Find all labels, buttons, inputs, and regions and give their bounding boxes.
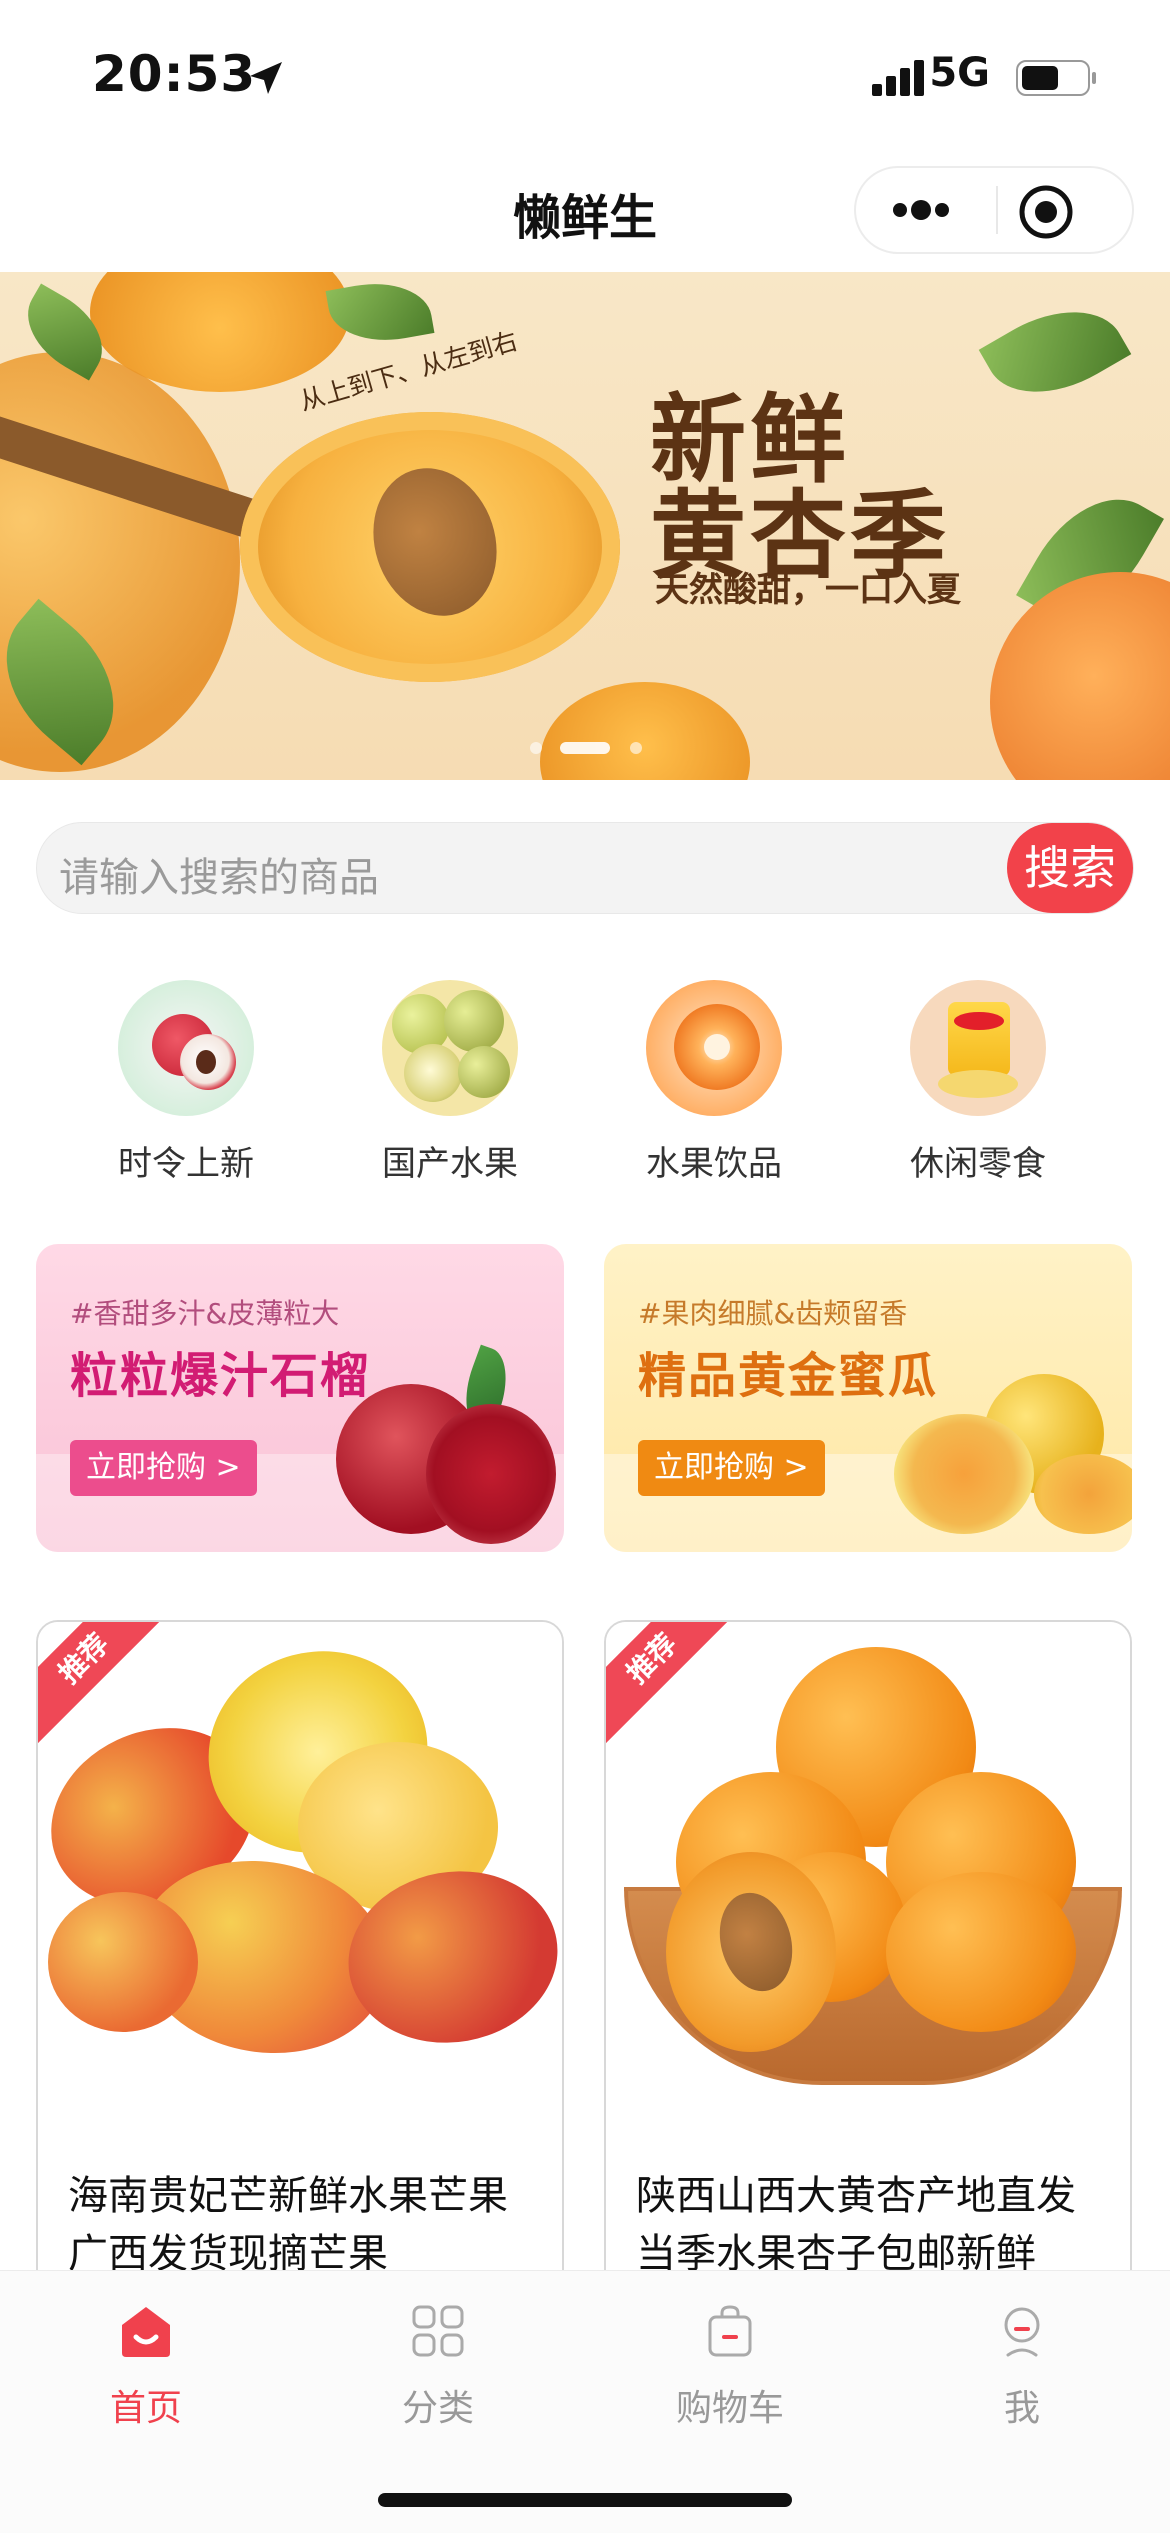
network-type: 5G	[929, 50, 990, 96]
more-icon[interactable]	[886, 194, 956, 226]
banner-subtitle: 天然酸甜，一口入夏	[655, 570, 961, 610]
promo-subtitle: #香甜多汁&皮薄粒大	[70, 1297, 340, 1330]
navbar: 懒鲜生	[0, 140, 1170, 272]
status-bar: 20:53 5G	[0, 0, 1170, 140]
tab-cart[interactable]: 购物车	[620, 2301, 840, 2431]
chips-icon	[910, 980, 1046, 1116]
cellular-signal-icon	[872, 60, 924, 96]
melon-half-image	[894, 1414, 1034, 1534]
apricot-pit-image	[354, 452, 516, 632]
status-time: 20:53	[92, 45, 257, 103]
tab-bar: 首页 分类 购物车 我	[0, 2270, 1170, 2533]
promo-buy-button[interactable]: 立即抢购 >	[638, 1440, 825, 1496]
category-domestic-fruit[interactable]: 国产水果	[340, 980, 560, 1185]
carousel-dot[interactable]	[530, 742, 542, 754]
promo-title: 精品黄金蜜瓜	[638, 1348, 939, 1404]
tab-home[interactable]: 首页	[36, 2301, 256, 2431]
product-image	[606, 1622, 1130, 2142]
capsule-divider	[996, 186, 998, 234]
promo-card-pomegranate[interactable]: #香甜多汁&皮薄粒大 粒粒爆汁石榴 立即抢购 >	[36, 1244, 564, 1552]
leaf-image	[978, 284, 1132, 420]
category-label: 休闲零食	[910, 1144, 1046, 1184]
home-indicator[interactable]	[378, 2493, 792, 2507]
category-seasonal[interactable]: 时令上新	[76, 980, 296, 1185]
promo-card-melon[interactable]: #果肉细腻&齿颊留香 精品黄金蜜瓜 立即抢购 >	[604, 1244, 1132, 1552]
user-icon	[1004, 2307, 1040, 2357]
product-image	[38, 1622, 562, 2142]
tab-label: 我	[1003, 2388, 1040, 2429]
category-label: 时令上新	[118, 1144, 254, 1184]
half-apricot-image	[240, 412, 620, 682]
orange-drink-icon	[646, 980, 782, 1116]
search-input[interactable]: 请输入搜索的商品	[59, 845, 379, 903]
miniprogram-capsule	[854, 166, 1134, 254]
promo-buy-button[interactable]: 立即抢购 >	[70, 1440, 257, 1496]
category-fruit-drinks[interactable]: 水果饮品	[604, 980, 824, 1185]
carousel-dot-active[interactable]	[560, 742, 610, 754]
product-name: 陕西山西大黄杏产地直发当季水果杏子包邮新鲜	[636, 2173, 1076, 2277]
apricot-image	[540, 682, 750, 780]
tab-me[interactable]: 我	[912, 2301, 1132, 2431]
location-arrow-icon	[250, 62, 282, 94]
search-button[interactable]: 搜索	[1007, 823, 1133, 913]
tab-label: 分类	[401, 2388, 474, 2429]
home-icon	[122, 2307, 170, 2357]
tab-category[interactable]: 分类	[328, 2301, 548, 2431]
grid-icon	[412, 2305, 464, 2357]
promo-title: 粒粒爆汁石榴	[70, 1348, 371, 1404]
promo-subtitle: #果肉细腻&齿颊留香	[638, 1297, 908, 1330]
tab-label: 首页	[109, 2388, 182, 2429]
search-bar[interactable]: 请输入搜索的商品 搜索	[36, 822, 1134, 914]
close-target-icon[interactable]	[1016, 182, 1076, 242]
lychee-icon	[118, 980, 254, 1116]
shopping-bag-icon	[708, 2305, 752, 2357]
category-label: 水果饮品	[646, 1144, 782, 1184]
battery-icon	[1016, 60, 1096, 96]
apricot-image	[990, 572, 1170, 780]
category-label: 国产水果	[382, 1144, 518, 1184]
jujube-icon	[382, 980, 518, 1116]
category-snacks[interactable]: 休闲零食	[868, 980, 1088, 1185]
tab-label: 购物车	[675, 2388, 784, 2429]
banner-carousel[interactable]: 从上到下、从左到右 新鲜 黄杏季 天然酸甜，一口入夏	[0, 272, 1170, 780]
carousel-dot[interactable]	[630, 742, 642, 754]
pomegranate-half-image	[426, 1404, 556, 1544]
product-name: 海南贵妃芒新鲜水果芒果广西发货现摘芒果	[68, 2173, 508, 2277]
carousel-indicator	[530, 740, 650, 756]
